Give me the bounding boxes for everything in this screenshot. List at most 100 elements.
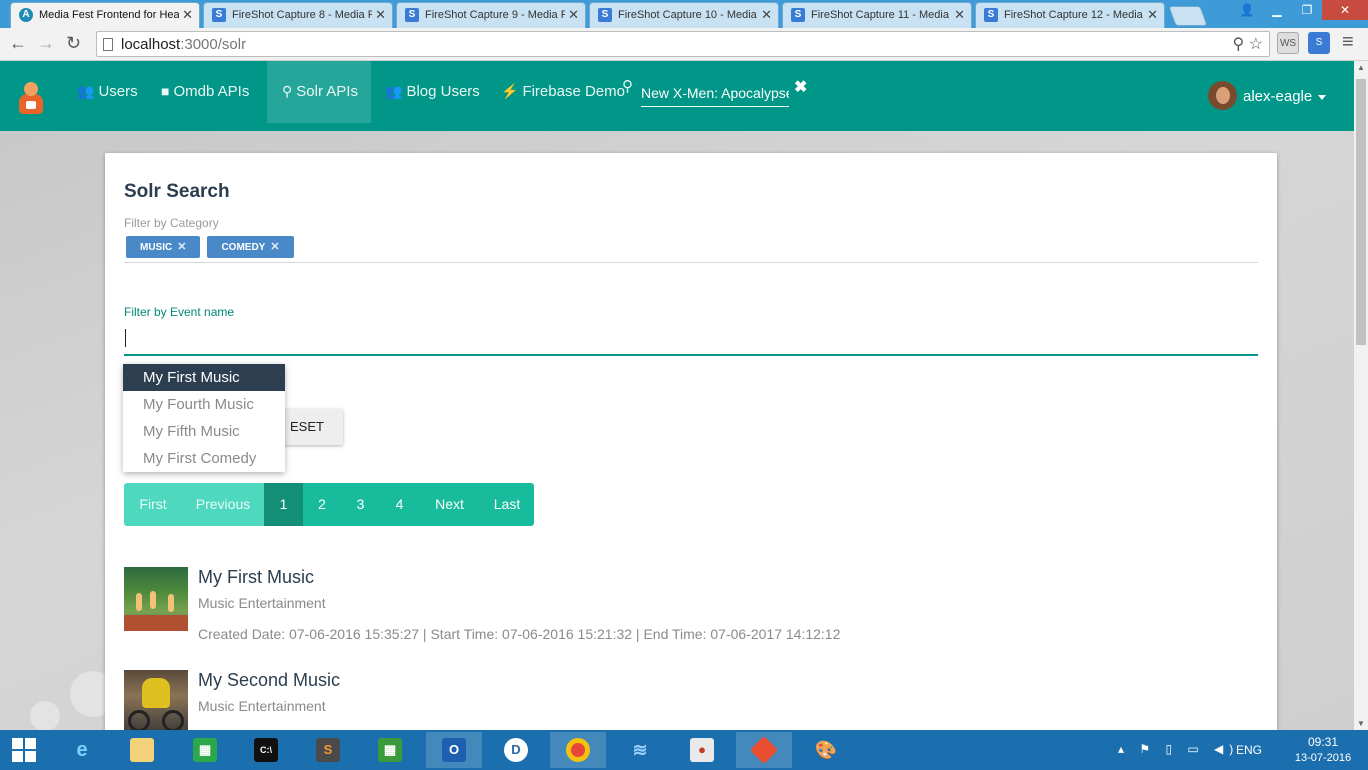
category-chip: MUSIC ✕ — [126, 236, 201, 258]
taskbar-outlook[interactable]: O — [426, 732, 482, 768]
users-icon: 👥 — [385, 83, 403, 99]
page-1[interactable]: 1 — [264, 483, 303, 526]
browser-tab[interactable]: S FireShot Capture 11 - Media ✕ — [782, 2, 972, 28]
tab-title: Media Fest Frontend for Hea — [39, 9, 179, 21]
menu-icon[interactable]: ≡ — [1342, 31, 1354, 54]
page-4[interactable]: 4 — [380, 483, 419, 526]
address-bar[interactable]: localhost:3000/solr ⚲ ☆ — [96, 31, 1270, 57]
nav-firebase-demo[interactable]: ⚡ Firebase Demo — [491, 61, 635, 123]
bookmark-star-icon[interactable]: ⚲ ☆ — [1232, 34, 1263, 54]
page-scrollbar[interactable]: ▲ ▼ — [1354, 61, 1368, 730]
extension-ws-icon[interactable]: WS — [1277, 32, 1299, 54]
fireshot-favicon-icon: S — [791, 8, 805, 22]
taskbar-store[interactable]: ▦ — [177, 732, 233, 768]
nav-blog-users[interactable]: 👥 Blog Users — [375, 61, 490, 123]
page-last[interactable]: Last — [480, 483, 534, 526]
scroll-up-icon[interactable]: ▲ — [1357, 63, 1365, 72]
taskbar-sublime[interactable]: S — [300, 732, 356, 768]
app-logo[interactable] — [17, 82, 45, 114]
event-filter-label: Filter by Event name — [124, 305, 235, 319]
clock-date[interactable]: 13-07-2016 — [1294, 752, 1352, 764]
scroll-down-icon[interactable]: ▼ — [1357, 719, 1365, 728]
close-tab-icon[interactable]: ✕ — [568, 7, 579, 23]
avatar[interactable] — [1208, 81, 1237, 110]
page-2[interactable]: 2 — [303, 483, 341, 526]
browser-tab[interactable]: S FireShot Capture 8 - Media F ✕ — [203, 2, 393, 28]
browser-tab[interactable]: S FireShot Capture 9 - Media F ✕ — [396, 2, 586, 28]
taskbar-ie[interactable]: e — [54, 732, 110, 768]
suggestion-item[interactable]: My First Music — [123, 364, 285, 391]
close-tab-icon[interactable]: ✕ — [954, 7, 965, 23]
browser-tab[interactable]: S FireShot Capture 10 - Media ✕ — [589, 2, 779, 28]
reload-icon[interactable]: ↻ — [66, 33, 81, 54]
taskbar-app-swirl[interactable]: ≋ — [612, 732, 668, 768]
solr-search-card: Solr Search Filter by Category MUSIC ✕ CO… — [105, 153, 1277, 753]
bolt-icon: ⚡ — [501, 83, 519, 99]
clock-time[interactable]: 09:31 — [1294, 735, 1352, 749]
minimize-button[interactable]: ▁ — [1262, 0, 1292, 20]
category-chips: MUSIC ✕ COMEDY ✕ — [126, 236, 301, 258]
nav-solr-apis[interactable]: ⚲ Solr APIs — [267, 61, 371, 123]
result-title[interactable]: My Second Music — [198, 670, 340, 691]
event-name-input[interactable] — [124, 324, 1258, 356]
scrollbar-thumb[interactable] — [1356, 79, 1366, 345]
browser-tab[interactable]: S FireShot Capture 12 - Media ✕ — [975, 2, 1165, 28]
start-button[interactable] — [0, 730, 48, 770]
page-3[interactable]: 3 — [341, 483, 380, 526]
user-menu[interactable]: alex-eagle — [1243, 88, 1327, 105]
clear-search-icon[interactable]: ✖ — [794, 77, 807, 97]
result-category: Music Entertainment — [198, 698, 326, 714]
internet-explorer-icon: e — [76, 739, 88, 761]
suggestion-item[interactable]: My First Comedy — [123, 445, 285, 472]
category-chip: COMEDY ✕ — [207, 236, 294, 258]
extension-fireshot-icon[interactable]: S — [1308, 32, 1330, 54]
page-icon — [103, 38, 113, 51]
new-tab-button[interactable] — [1168, 6, 1208, 26]
maximize-button[interactable]: ❐ — [1292, 0, 1322, 20]
back-arrow-icon[interactable]: ← — [9, 33, 27, 54]
taskbar-daemon[interactable]: D — [488, 732, 544, 768]
forward-arrow-icon[interactable]: → — [37, 33, 55, 54]
taskbar-cmd[interactable]: C:\ — [238, 732, 294, 768]
outlook-icon: O — [442, 738, 466, 762]
navbar-search-input[interactable]: New X-Men: Apocalypse — [641, 85, 789, 107]
suggestion-item[interactable]: My Fifth Music — [123, 418, 285, 445]
folder-icon — [130, 738, 154, 762]
taskbar-chrome[interactable] — [550, 732, 606, 768]
nav-users[interactable]: 👥 Users — [67, 61, 148, 123]
taskbar-recorder[interactable]: ● — [674, 732, 730, 768]
taskbar-git[interactable] — [736, 732, 792, 768]
remove-chip-icon[interactable]: ✕ — [177, 241, 186, 253]
profile-icon[interactable]: 👤 — [1232, 0, 1262, 20]
fireshot-favicon-icon: S — [405, 8, 419, 22]
suggestion-item[interactable]: My Fourth Music — [123, 391, 285, 418]
taskbar-paint[interactable]: 🎨 — [798, 732, 854, 768]
result-thumbnail — [124, 670, 188, 734]
calculator-icon: ▦ — [378, 738, 402, 762]
page-first[interactable]: First — [124, 483, 182, 526]
page-title: Solr Search — [124, 181, 230, 202]
language-indicator[interactable]: ENG — [1236, 743, 1262, 757]
search-icon: ⚲ — [622, 78, 633, 95]
tab-title: FireShot Capture 10 - Media — [618, 9, 757, 21]
close-tab-icon[interactable]: ✕ — [761, 7, 772, 23]
paint-icon: 🎨 — [814, 740, 838, 760]
tab-title: FireShot Capture 9 - Media F — [425, 9, 565, 21]
close-window-button[interactable]: ✕ — [1322, 0, 1368, 20]
nav-omdb-apis[interactable]: ■ Omdb APIs — [151, 61, 259, 123]
result-title[interactable]: My First Music — [198, 567, 314, 588]
page-next[interactable]: Next — [419, 483, 480, 526]
close-tab-icon[interactable]: ✕ — [375, 7, 386, 23]
browser-tab[interactable]: A Media Fest Frontend for Hea ✕ — [10, 2, 200, 28]
remove-chip-icon[interactable]: ✕ — [270, 241, 279, 253]
close-tab-icon[interactable]: ✕ — [1147, 7, 1158, 23]
taskbar-explorer[interactable] — [114, 732, 170, 768]
fireshot-favicon-icon: S — [598, 8, 612, 22]
system-tray: ▴ ⚑ ▯ ▭ ◀) ENG 09:31 13-07-2016 — [1118, 730, 1368, 770]
page-previous[interactable]: Previous — [182, 483, 264, 526]
taskbar-calculator[interactable]: ▦ — [362, 732, 418, 768]
close-tab-icon[interactable]: ✕ — [182, 7, 193, 23]
result-category: Music Entertainment — [198, 595, 326, 611]
daemon-tools-icon: D — [504, 738, 528, 762]
tray-icons[interactable]: ▴ ⚑ ▯ ▭ ◀) — [1118, 742, 1239, 756]
